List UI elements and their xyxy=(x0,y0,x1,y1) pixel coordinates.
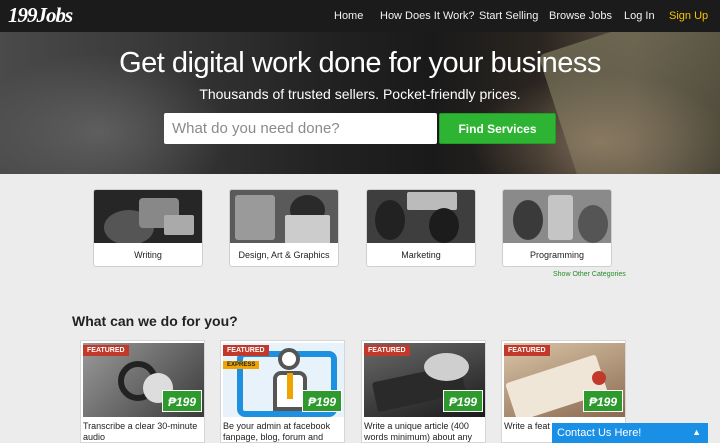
chevron-up-icon[interactable]: ▲ xyxy=(692,427,701,437)
category-writing[interactable]: Writing xyxy=(93,189,203,267)
show-other-categories-link[interactable]: Show Other Categories xyxy=(553,271,626,278)
hero-subtitle: Thousands of trusted sellers. Pocket-fri… xyxy=(199,86,521,102)
logo[interactable]: 199Jobs xyxy=(8,3,73,28)
nav-sign-up[interactable]: Sign Up xyxy=(669,10,708,22)
featured-badge: FEATURED xyxy=(364,345,410,356)
job-card[interactable]: FEATURED ₱199 Write a unique article (40… xyxy=(361,340,486,443)
search-input[interactable] xyxy=(164,113,437,144)
price-tag: ₱199 xyxy=(443,390,483,412)
price-tag: ₱199 xyxy=(302,390,342,412)
contact-us-widget[interactable]: Contact Us Here! ▲ xyxy=(552,423,708,443)
featured-badge: FEATURED xyxy=(223,345,269,356)
job-card-description[interactable]: Write a unique article (400 words minimu… xyxy=(364,421,485,442)
nav-browse-jobs[interactable]: Browse Jobs xyxy=(549,10,612,22)
category-marketing[interactable]: Marketing xyxy=(366,189,476,267)
featured-badge: FEATURED xyxy=(504,345,550,356)
contact-label: Contact Us Here! xyxy=(557,427,642,439)
section-title: What can we do for you? xyxy=(72,313,238,329)
category-writing-image xyxy=(94,190,202,243)
hero-title: Get digital work done for your business xyxy=(119,47,601,79)
category-label: Design, Art & Graphics xyxy=(238,250,330,260)
find-services-button[interactable]: Find Services xyxy=(439,113,556,144)
nav-home[interactable]: Home xyxy=(334,10,363,22)
top-navbar: 199Jobs Home How Does It Work? Start Sel… xyxy=(0,0,720,32)
hero-banner: Get digital work done for your business … xyxy=(0,32,720,174)
job-card-description[interactable]: Be your admin at facebook fanpage, blog,… xyxy=(223,421,344,442)
price-tag: ₱199 xyxy=(583,390,623,412)
job-card-description[interactable]: Transcribe a clear 30-minute audio xyxy=(83,421,204,442)
nav-log-in[interactable]: Log In xyxy=(624,10,655,22)
price-tag: ₱199 xyxy=(162,390,202,412)
nav-start-selling[interactable]: Start Selling xyxy=(479,10,538,22)
category-design[interactable]: Design, Art & Graphics xyxy=(229,189,339,267)
nav-how-it-works[interactable]: How Does It Work? xyxy=(380,10,475,22)
category-marketing-image xyxy=(367,190,475,243)
category-programming[interactable]: Programming xyxy=(502,189,612,267)
category-label: Marketing xyxy=(401,250,441,260)
express-badge: EXPRESS xyxy=(223,361,260,369)
job-card[interactable]: FEATURED ₱199 Transcribe a clear 30-minu… xyxy=(80,340,205,443)
category-label: Programming xyxy=(529,250,585,260)
category-design-image xyxy=(230,190,338,243)
job-card[interactable]: FEATURED EXPRESS ₱199 Be your admin at f… xyxy=(220,340,345,443)
category-label: Writing xyxy=(134,250,162,260)
category-programming-image xyxy=(503,190,611,243)
featured-badge: FEATURED xyxy=(83,345,129,356)
